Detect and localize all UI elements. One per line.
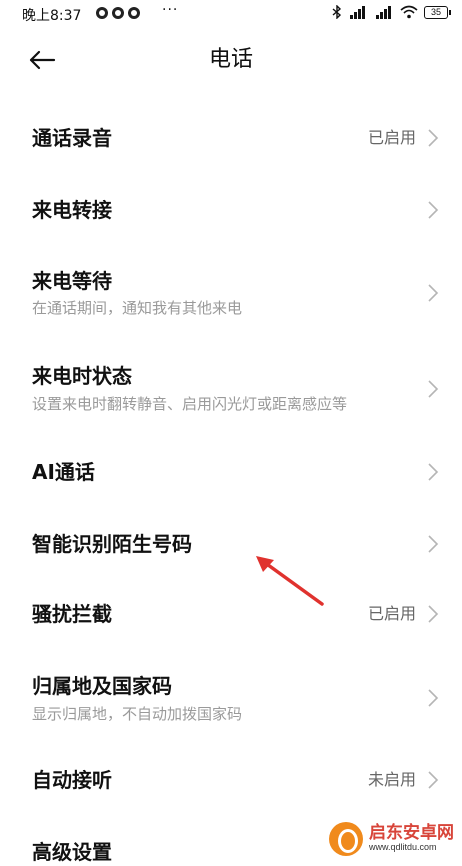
setting-ai-call[interactable]: AI通话	[0, 436, 462, 508]
setting-call-recording[interactable]: 通话录音 已启用	[0, 102, 462, 174]
app-notification-icon	[128, 7, 140, 19]
setting-spam-blocking[interactable]: 骚扰拦截 已启用	[0, 580, 462, 652]
setting-status: 已启用	[367, 128, 416, 147]
bluetooth-icon	[332, 5, 342, 19]
notification-icons	[96, 7, 140, 19]
wifi-icon	[400, 5, 418, 19]
chevron-right-icon	[428, 689, 439, 707]
setting-title: 来电等待	[32, 269, 112, 293]
watermark: 启东安卓网 www.qdlitdu.com	[329, 822, 454, 856]
setting-title: 智能识别陌生号码	[32, 532, 192, 556]
setting-smart-caller-id[interactable]: 智能识别陌生号码	[0, 508, 462, 580]
watermark-logo-icon	[329, 822, 363, 856]
status-bar: 晚上8:37 ··· 35	[0, 0, 462, 28]
setting-call-waiting[interactable]: 来电等待 在通话期间，通知我有其他来电	[0, 246, 462, 340]
setting-caller-location[interactable]: 归属地及国家码 显示归属地，不自动加拨国家码	[0, 652, 462, 746]
header: 电话	[0, 34, 462, 86]
setting-subtitle: 设置来电时翻转静音、启用闪光灯或距离感应等	[32, 395, 348, 413]
setting-auto-answer[interactable]: 自动接听 未启用	[0, 746, 462, 820]
annotation-arrow	[256, 556, 324, 606]
chevron-right-icon	[428, 201, 439, 219]
setting-title: 自动接听	[32, 768, 112, 792]
setting-subtitle: 在通话期间，通知我有其他来电	[32, 299, 243, 317]
status-time: 晚上8:37	[22, 8, 82, 24]
chevron-right-icon	[428, 535, 439, 553]
battery-icon: 35	[424, 5, 451, 19]
setting-call-forwarding[interactable]: 来电转接	[0, 174, 462, 246]
setting-title: 来电转接	[32, 198, 112, 222]
page-title: 电话	[208, 47, 253, 72]
signal-icon	[350, 6, 365, 19]
setting-incoming-call-state[interactable]: 来电时状态 设置来电时翻转静音、启用闪光灯或距离感应等	[0, 340, 462, 436]
setting-title: AI通话	[32, 460, 95, 484]
more-notifications-icon: ···	[162, 2, 179, 18]
system-icons: 35	[332, 5, 451, 19]
setting-title: 归属地及国家码	[32, 674, 172, 698]
chevron-right-icon	[428, 771, 439, 789]
app-notification-icon	[96, 7, 108, 19]
chevron-right-icon	[428, 129, 439, 147]
setting-title: 来电时状态	[32, 364, 132, 388]
chevron-right-icon	[428, 380, 439, 398]
signal-icon	[376, 6, 391, 19]
setting-status: 未启用	[367, 770, 416, 789]
setting-subtitle: 显示归属地，不自动加拨国家码	[32, 705, 243, 723]
setting-title: 骚扰拦截	[32, 602, 112, 626]
setting-title: 通话录音	[32, 126, 112, 150]
watermark-url: www.qdlitdu.com	[369, 842, 437, 853]
setting-status: 已启用	[367, 604, 416, 623]
watermark-title: 启东安卓网	[369, 823, 454, 844]
chevron-right-icon	[428, 605, 439, 623]
app-notification-icon	[112, 7, 124, 19]
chevron-right-icon	[428, 284, 439, 302]
chevron-right-icon	[428, 463, 439, 481]
